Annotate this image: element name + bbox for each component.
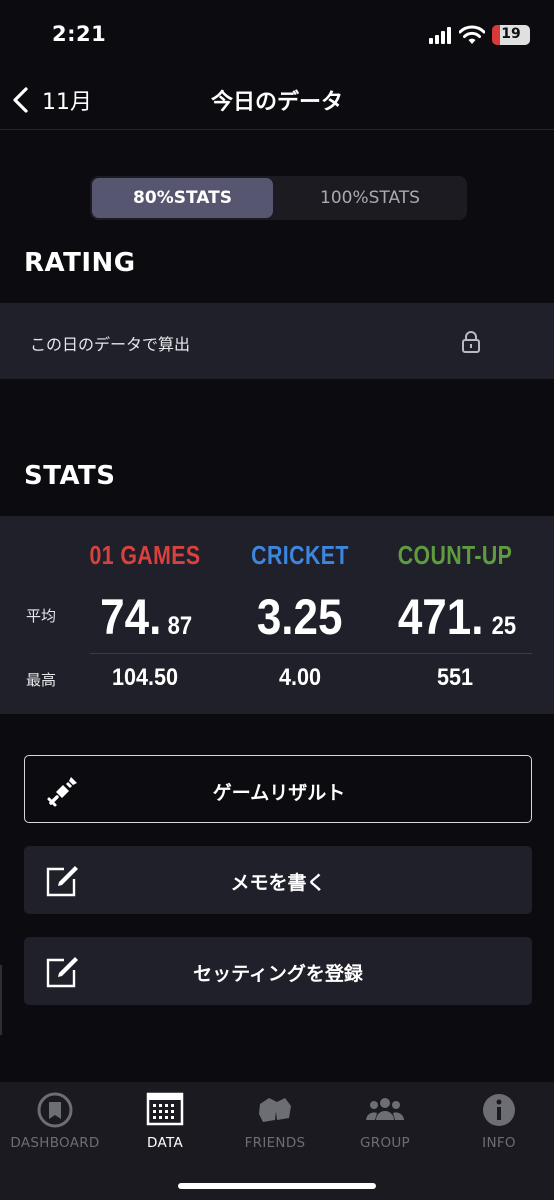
tab-group-label: GROUP <box>360 1135 410 1151</box>
toggle-80-stats[interactable]: 80%STATS <box>92 178 273 218</box>
tab-group[interactable]: GROUP <box>330 1090 440 1160</box>
col-head-01-games: 01 GAMES <box>89 540 201 570</box>
max-label: 最高 <box>26 671 57 689</box>
write-memo-button[interactable]: メモを書く <box>24 846 532 914</box>
calendar-icon <box>146 1092 184 1126</box>
max-count-up: 551 <box>436 664 474 691</box>
stats-divider <box>90 653 532 654</box>
register-setting-button[interactable]: セッティングを登録 <box>24 937 532 1005</box>
game-result-label: ゲームリザルト <box>212 782 346 804</box>
wifi-icon <box>459 25 485 44</box>
avg-cricket: 3.25 <box>257 589 343 645</box>
max-cricket: 4.00 <box>278 664 322 691</box>
col-head-cricket: CRICKET <box>251 540 349 570</box>
tab-info[interactable]: INFO <box>444 1090 554 1160</box>
tab-dashboard-label: DASHBOARD <box>10 1135 100 1151</box>
game-result-button[interactable]: ゲームリザルト <box>24 755 532 823</box>
status-bar: 2:21 19 <box>0 0 554 70</box>
write-memo-label: メモを書く <box>230 872 326 894</box>
info-icon <box>483 1094 515 1126</box>
lock-icon <box>462 331 480 353</box>
status-time: 2:21 <box>52 22 107 46</box>
edge-divider <box>0 965 2 1035</box>
col-head-count-up: COUNT-UP <box>397 540 513 570</box>
tab-data[interactable]: DATA <box>110 1090 220 1160</box>
dashboard-icon <box>37 1092 73 1128</box>
tab-data-label: DATA <box>147 1135 183 1151</box>
stats-toggle: 80%STATS 100%STATS <box>90 176 467 220</box>
tab-info-label: INFO <box>482 1135 516 1151</box>
signal-icon <box>429 27 455 44</box>
stats-heading: STATS <box>24 461 116 491</box>
rating-text: この日のデータで算出 <box>30 335 191 354</box>
avg-count-up: 471. 25 <box>398 589 516 645</box>
rating-row[interactable]: この日のデータで算出 <box>0 303 554 379</box>
friends-icon <box>259 1098 291 1122</box>
stats-panel: 01 GAMES CRICKET COUNT-UP 平均 74. 87 3.25 … <box>0 516 554 714</box>
rating-heading: RATING <box>24 248 136 278</box>
tab-dashboard[interactable]: DASHBOARD <box>0 1090 110 1160</box>
battery-icon: 19 <box>492 25 530 45</box>
register-setting-label: セッティングを登録 <box>193 963 363 985</box>
tab-friends[interactable]: FRIENDS <box>220 1090 330 1160</box>
tab-friends-label: FRIENDS <box>244 1135 306 1151</box>
home-indicator <box>178 1183 376 1189</box>
toggle-100-stats[interactable]: 100%STATS <box>276 178 464 218</box>
max-01-games: 104.50 <box>111 664 179 691</box>
battery-level: 19 <box>501 26 521 42</box>
page-title: 今日のデータ <box>210 90 343 115</box>
avg-01-games: 74. 87 <box>100 589 192 645</box>
avg-label: 平均 <box>26 607 57 625</box>
nav-bar: 11月 今日のデータ <box>0 70 554 130</box>
group-icon <box>366 1098 404 1120</box>
